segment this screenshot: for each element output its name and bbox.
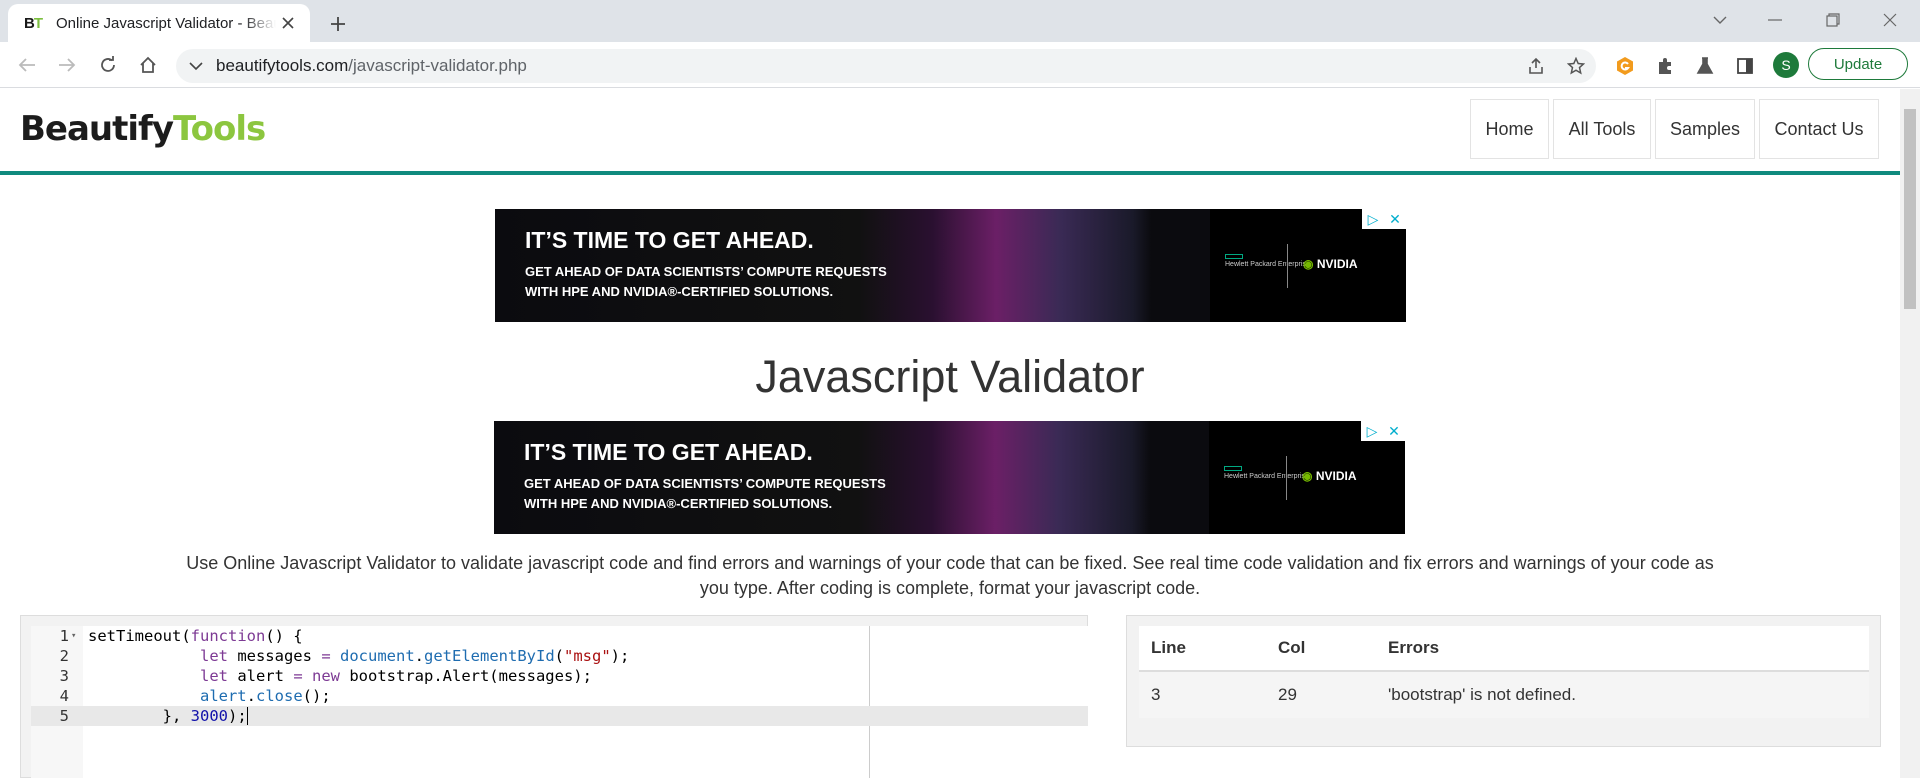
site-header: BeautifyTools Home All Tools Samples Con… [0,89,1900,175]
nvidia-logo: ◉ NVIDIA [1303,257,1358,271]
ad-divider [1287,244,1288,288]
back-icon[interactable] [12,50,42,80]
error-col: 29 [1278,685,1297,704]
results-panel: Line Col Errors 3 29 'bootstrap' is not … [1126,615,1881,747]
ad-text-line: WITH HPE AND NVIDIA®-CERTIFIED SOLUTIONS… [524,496,833,511]
extension-g-icon[interactable] [1613,54,1637,78]
ad-choices-badge[interactable]: ▷ ✕ [1361,421,1405,441]
code-line-text: let messages = document.getElementById("… [199,647,630,665]
error-line: 3 [1151,685,1161,704]
code-line[interactable]: 3 let alert = new bootstrap.Alert(messag… [31,666,1088,686]
url-text: beautifytools.com/javascript-validator.p… [216,56,527,75]
table-row[interactable]: 3 29 'bootstrap' is not defined. [1139,672,1869,718]
fold-arrow-icon[interactable]: ▾ [71,626,76,646]
code-line[interactable]: 2 let messages = document.getElementById… [31,646,1088,666]
header-line: Line [1151,638,1186,657]
table-header-row: Line Col Errors [1139,626,1869,672]
ad-banner-top[interactable]: IT’S TIME TO GET AHEAD. GET AHEAD OF DAT… [495,209,1406,322]
address-bar[interactable]: beautifytools.com/javascript-validator.p… [176,49,1596,83]
code-editor[interactable]: 1 ▾ setTimeout(function() { 2 let messag… [31,626,1088,778]
home-icon[interactable] [133,50,163,80]
hpe-logo: Hewlett Packard Enterprise [1224,466,1309,481]
ad-info-icon[interactable]: ▷ [1362,209,1384,229]
header-errors: Errors [1388,638,1440,657]
ad-headline: IT’S TIME TO GET AHEAD. [524,439,813,465]
labs-flask-icon[interactable] [1693,54,1717,78]
new-tab-icon[interactable] [324,10,352,38]
ad-text-line: GET AHEAD OF DATA SCIENTISTS’ COMPUTE RE… [525,264,887,279]
side-panel-icon[interactable] [1733,54,1757,78]
hpe-logo: Hewlett Packard Enterprise [1225,254,1310,269]
ad-banner-middle[interactable]: IT’S TIME TO GET AHEAD. GET AHEAD OF DAT… [494,421,1405,534]
update-button[interactable]: Update [1808,48,1908,80]
nav-home[interactable]: Home [1470,99,1549,159]
intro-text: Use Online Javascript Validator to valid… [186,553,1714,598]
ad-close-icon[interactable]: ✕ [1383,421,1405,441]
minimize-icon[interactable] [1755,6,1795,34]
tab-search-icon[interactable] [1700,6,1740,34]
bookmark-star-icon[interactable] [1566,56,1586,76]
header-col: Col [1278,638,1306,657]
ad-choices-badge[interactable]: ▷ ✕ [1362,209,1406,229]
ad-info-icon[interactable]: ▷ [1361,421,1383,441]
page-scrollbar[interactable] [1900,89,1920,778]
browser-toolbar: beautifytools.com/javascript-validator.p… [0,42,1920,88]
ad-text-line: WITH HPE AND NVIDIA®-CERTIFIED SOLUTIONS… [525,284,834,299]
tab-title: Online Javascript Validator - Beautify T… [56,14,276,32]
errors-table: Line Col Errors 3 29 'bootstrap' is not … [1139,626,1869,718]
site-info-icon[interactable] [186,56,206,76]
page-title: Javascript Validator [755,351,1145,402]
code-line-text: }, 3000); [88,707,248,725]
page-viewport: BeautifyTools Home All Tools Samples Con… [0,89,1900,778]
restore-icon[interactable] [1813,6,1853,34]
nav-samples[interactable]: Samples [1655,99,1755,159]
nvidia-logo: ◉ NVIDIA [1302,469,1357,483]
scrollbar-thumb[interactable] [1904,109,1916,309]
ad-text-line: GET AHEAD OF DATA SCIENTISTS’ COMPUTE RE… [524,476,886,491]
ad-close-icon[interactable]: ✕ [1384,209,1406,229]
error-message: 'bootstrap' is not defined. [1388,685,1576,704]
site-logo[interactable]: BeautifyTools [20,109,266,149]
nav-all-tools[interactable]: All Tools [1553,99,1651,159]
ad-divider [1286,456,1287,500]
code-line[interactable]: 4 alert.close(); [31,686,1088,706]
code-line-text: setTimeout(function() { [88,627,303,645]
code-line-active[interactable]: 5 }, 3000); [31,706,1088,726]
browser-tabstrip: BT Online Javascript Validator - Beautif… [0,0,1920,42]
nav-contact-us[interactable]: Contact Us [1759,99,1879,159]
extensions-puzzle-icon[interactable] [1653,54,1677,78]
reload-icon[interactable] [93,50,123,80]
forward-icon[interactable] [52,50,82,80]
browser-tab[interactable]: BT Online Javascript Validator - Beautif… [8,4,310,42]
ad-headline: IT’S TIME TO GET AHEAD. [525,227,814,253]
code-line-text: alert.close(); [199,687,331,705]
code-line[interactable]: 1 ▾ setTimeout(function() { [31,626,1088,646]
close-window-icon[interactable] [1870,6,1910,34]
share-icon[interactable] [1526,56,1546,76]
code-line-text: let alert = new bootstrap.Alert(messages… [199,667,592,685]
close-tab-icon[interactable] [276,11,300,35]
site-favicon: BT [24,14,43,32]
editor-panel: 1 ▾ setTimeout(function() { 2 let messag… [20,615,1088,778]
profile-avatar[interactable]: S [1773,52,1799,78]
